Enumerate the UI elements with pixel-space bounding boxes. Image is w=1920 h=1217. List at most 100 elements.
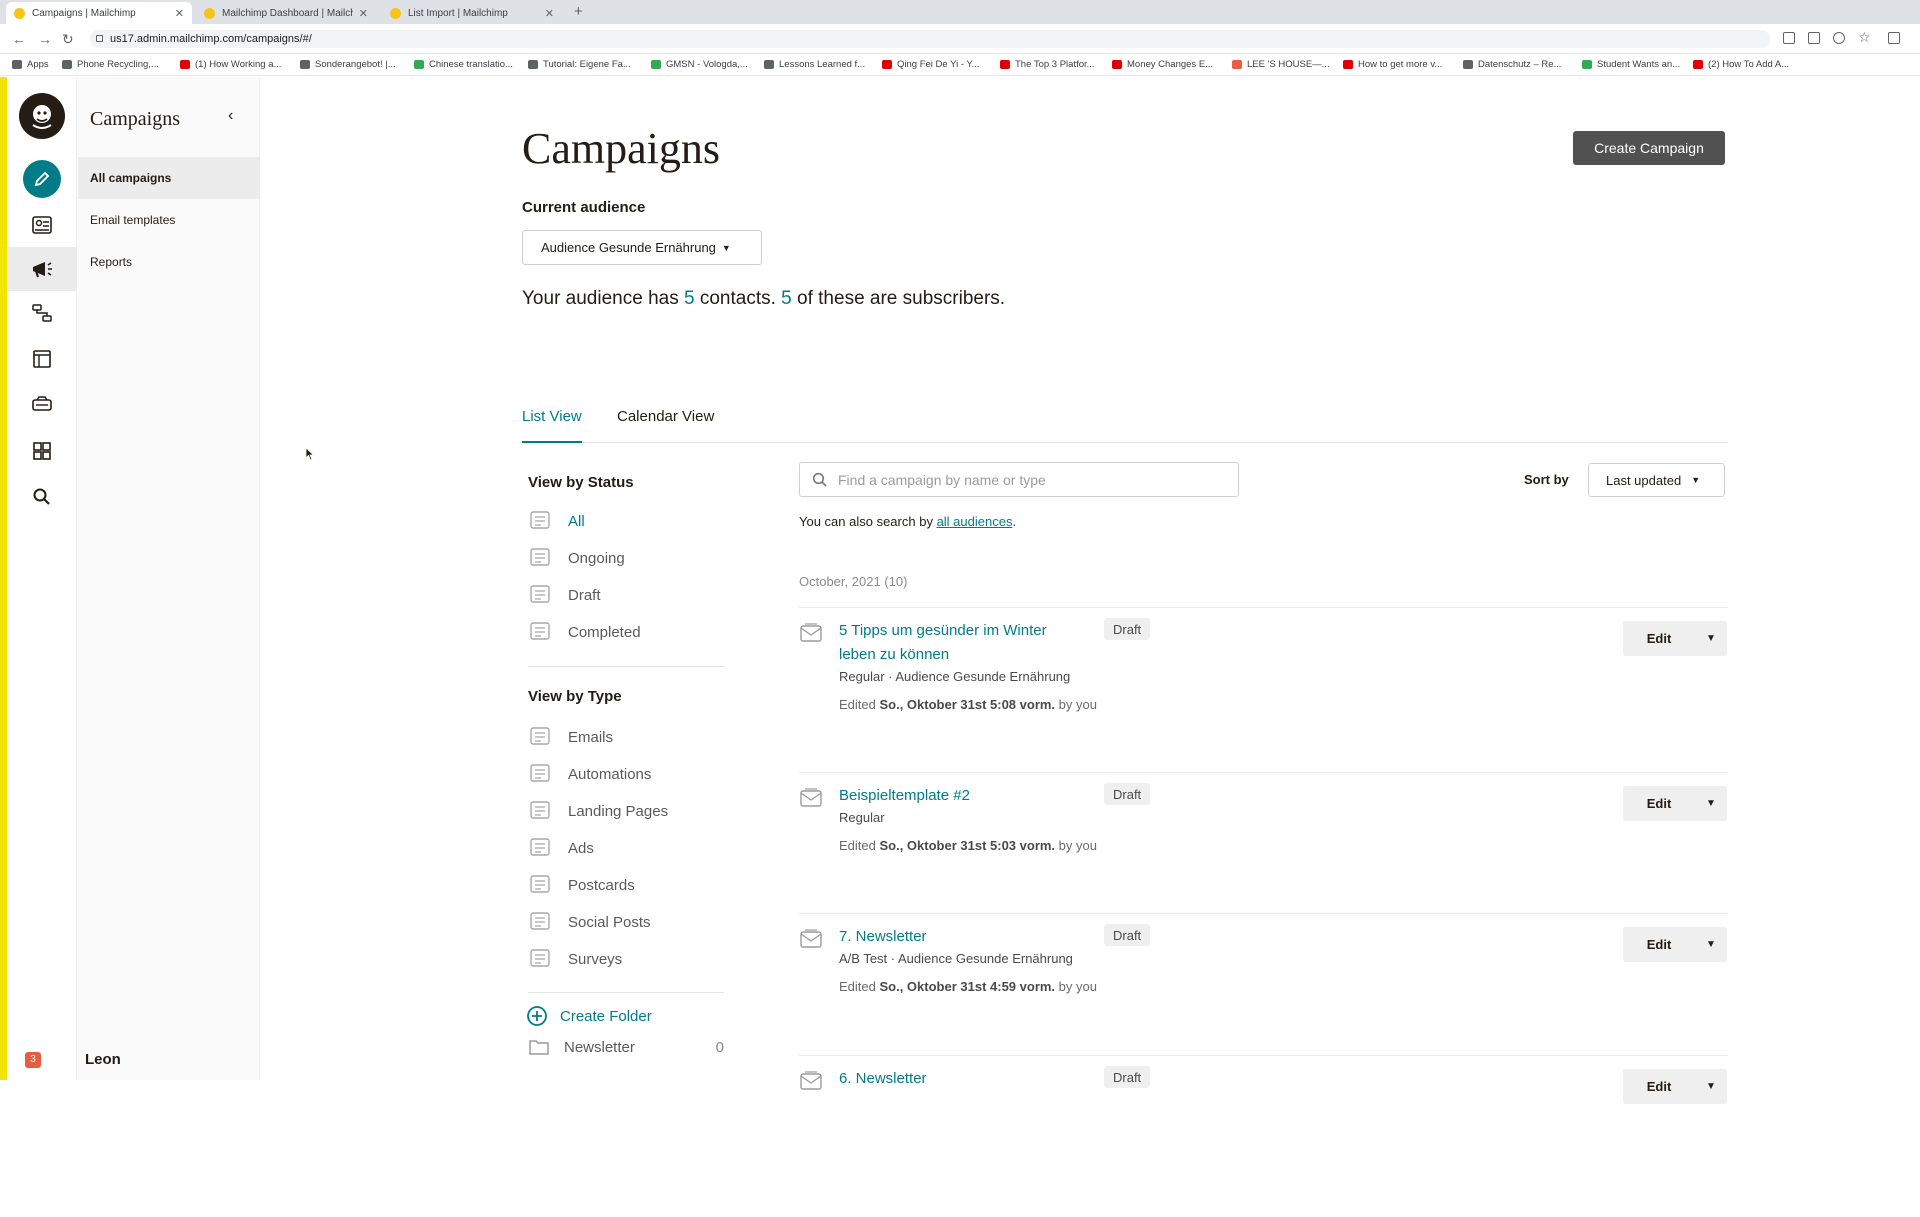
- create-folder-button[interactable]: Create Folder: [526, 1005, 652, 1027]
- sort-dropdown[interactable]: Last updated ▼: [1588, 463, 1725, 497]
- folder-newsletter[interactable]: Newsletter 0: [528, 1038, 724, 1056]
- bookmark-item[interactable]: How to get more v...: [1343, 59, 1442, 70]
- filter-item-ads[interactable]: Ads: [528, 835, 594, 861]
- url-text: us17.admin.mailchimp.com/campaigns/#/: [110, 33, 312, 45]
- audience-dropdown[interactable]: Audience Gesunde Ernährung ▼: [522, 230, 762, 265]
- view-by-type-heading: View by Type: [528, 688, 622, 705]
- bookmark-item[interactable]: Student Wants an...: [1582, 59, 1680, 70]
- campaign-name-link[interactable]: 7. Newsletter: [839, 925, 1074, 949]
- chevron-down-icon[interactable]: ▼: [1695, 786, 1727, 821]
- filter-label: All: [568, 512, 585, 530]
- browser-tab-dashboard[interactable]: Mailchimp Dashboard | Mailch ✕: [196, 2, 376, 24]
- campaign-row[interactable]: Beispieltemplate #2 Regular Edited So., Ok…: [799, 783, 1728, 934]
- bookmark-item[interactable]: (2) How To Add A...: [1693, 59, 1789, 70]
- campaign-row[interactable]: 5 Tipps um gesünder im Winter leben zu k…: [799, 618, 1728, 769]
- bookmark-label: Sonderangebot! |...: [315, 59, 396, 70]
- filter-item-ongoing[interactable]: Ongoing: [528, 545, 625, 571]
- filter-item-landing-pages[interactable]: Landing Pages: [528, 798, 668, 824]
- chevron-down-icon[interactable]: ▼: [1695, 927, 1727, 962]
- bookmark-favicon-icon: [1112, 60, 1122, 69]
- bookmark-item[interactable]: LEE 'S HOUSE—...: [1232, 59, 1330, 70]
- campaign-name-link[interactable]: 6. Newsletter: [839, 1067, 1074, 1091]
- filter-label: Surveys: [568, 950, 623, 968]
- audience-summary: Your audience has 5 contacts. 5 of these…: [522, 288, 1005, 310]
- back-icon[interactable]: ←: [12, 31, 26, 47]
- bookmark-item[interactable]: Datenschutz – Re...: [1463, 59, 1561, 70]
- close-tab-icon[interactable]: ✕: [545, 7, 554, 20]
- subscribers-count: 5: [781, 288, 792, 309]
- zoom-icon[interactable]: [1833, 32, 1845, 44]
- close-tab-icon[interactable]: ✕: [175, 7, 184, 20]
- all-audiences-link[interactable]: all audiences: [937, 514, 1013, 529]
- edit-split-button: Edit ▼: [1623, 927, 1727, 962]
- new-tab-icon[interactable]: +: [574, 3, 583, 20]
- bookmark-item[interactable]: Phone Recycling,...: [62, 59, 159, 70]
- forward-icon[interactable]: →: [38, 31, 52, 47]
- chevron-down-icon[interactable]: ▼: [1695, 1069, 1727, 1104]
- close-tab-icon[interactable]: ✕: [359, 7, 368, 20]
- edit-button[interactable]: Edit: [1623, 927, 1695, 962]
- bookmark-item[interactable]: Sonderangebot! |...: [300, 59, 396, 70]
- key-icon[interactable]: [1783, 32, 1795, 44]
- campaign-name-link[interactable]: 5 Tipps um gesünder im Winter leben zu k…: [839, 619, 1074, 667]
- edited-prefix: Edited: [839, 838, 880, 853]
- browser-tab-list-import[interactable]: List Import | Mailchimp ✕: [382, 2, 562, 24]
- campaign-name-link[interactable]: Beispieltemplate #2: [839, 784, 1074, 808]
- bookmark-item[interactable]: (1) How Working a...: [180, 59, 281, 70]
- sort-dropdown-value: Last updated: [1606, 472, 1682, 488]
- tab-calendar-view[interactable]: Calendar View: [617, 407, 714, 443]
- edit-button[interactable]: Edit: [1623, 786, 1695, 821]
- filter-item-draft[interactable]: Draft: [528, 582, 601, 608]
- chevron-down-icon[interactable]: ▼: [1695, 621, 1727, 656]
- extension-icon[interactable]: [1888, 32, 1900, 44]
- tab-list-view[interactable]: List View: [522, 407, 582, 443]
- edited-suffix: by you: [1055, 697, 1097, 712]
- filter-item-all[interactable]: All: [528, 508, 585, 534]
- campaign-edited: Edited So., Oktober 31st 4:59 vorm. by y…: [839, 975, 1109, 998]
- bookmark-label: Apps: [27, 59, 49, 70]
- campaign-search-input[interactable]: [838, 471, 1218, 488]
- edit-button[interactable]: Edit: [1623, 621, 1695, 656]
- bookmark-item[interactable]: GMSN - Vologda,...: [651, 59, 748, 70]
- edited-prefix: Edited: [839, 979, 880, 994]
- reload-icon[interactable]: ↻: [62, 31, 74, 48]
- plus-circle-icon: [526, 1005, 548, 1027]
- edit-split-button: Edit ▼: [1623, 621, 1727, 656]
- bookmark-item[interactable]: The Top 3 Platfor...: [1000, 59, 1095, 70]
- tab-title: Mailchimp Dashboard | Mailch: [222, 7, 353, 19]
- create-campaign-button[interactable]: Create Campaign: [1573, 131, 1725, 165]
- bookmark-item[interactable]: Lessons Learned f...: [764, 59, 865, 70]
- campaign-edited: Edited So., Oktober 31st 5:08 vorm. by y…: [839, 693, 1109, 716]
- campaign-row[interactable]: 7. Newsletter A/B Test · Audience Gesunde…: [799, 924, 1728, 1075]
- campaign-group-heading: October, 2021 (10): [799, 574, 908, 589]
- contacts-count: 5: [683, 288, 695, 309]
- bookmark-favicon-icon: [882, 60, 892, 69]
- filter-item-emails[interactable]: Emails: [528, 724, 613, 750]
- bookmark-item[interactable]: Tutorial: Eigene Fa...: [528, 59, 631, 70]
- star-icon[interactable]: ☆: [1858, 29, 1871, 46]
- browser-tab-campaigns[interactable]: Campaigns | Mailchimp ✕: [6, 2, 192, 24]
- mailchimp-app: 3 Campaigns ‹ All campaigns Email templa…: [0, 77, 1920, 1104]
- url-field[interactable]: us17.admin.mailchimp.com/campaigns/#/: [90, 30, 1770, 48]
- filter-item-automations[interactable]: Automations: [528, 761, 651, 787]
- filter-item-social-posts[interactable]: Social Posts: [528, 909, 651, 935]
- filter-label: Completed: [568, 623, 641, 641]
- automation-icon: [528, 761, 554, 787]
- bookmark-item[interactable]: Apps: [12, 59, 49, 70]
- filter-item-completed[interactable]: Completed: [528, 619, 641, 645]
- bookmark-item[interactable]: Qing Fei De Yi - Y...: [882, 59, 980, 70]
- campaign-search[interactable]: [799, 462, 1239, 497]
- edit-button[interactable]: Edit: [1623, 1069, 1695, 1104]
- bookmark-item[interactable]: Money Changes E...: [1112, 59, 1213, 70]
- bookmark-favicon-icon: [528, 60, 538, 69]
- row-divider: [799, 913, 1728, 914]
- draft-icon: [528, 582, 554, 608]
- campaign-row[interactable]: 6. Newsletter Draft Edit ▼: [799, 1066, 1728, 1217]
- audience-summary-prefix: Your audience has: [522, 288, 684, 309]
- ongoing-icon: [528, 545, 554, 571]
- filter-item-surveys[interactable]: Surveys: [528, 946, 622, 972]
- bookmark-favicon-icon: [1463, 60, 1473, 69]
- bookmark-item[interactable]: Chinese translatio...: [414, 59, 513, 70]
- filter-item-postcards[interactable]: Postcards: [528, 872, 635, 898]
- translate-icon[interactable]: [1808, 32, 1820, 44]
